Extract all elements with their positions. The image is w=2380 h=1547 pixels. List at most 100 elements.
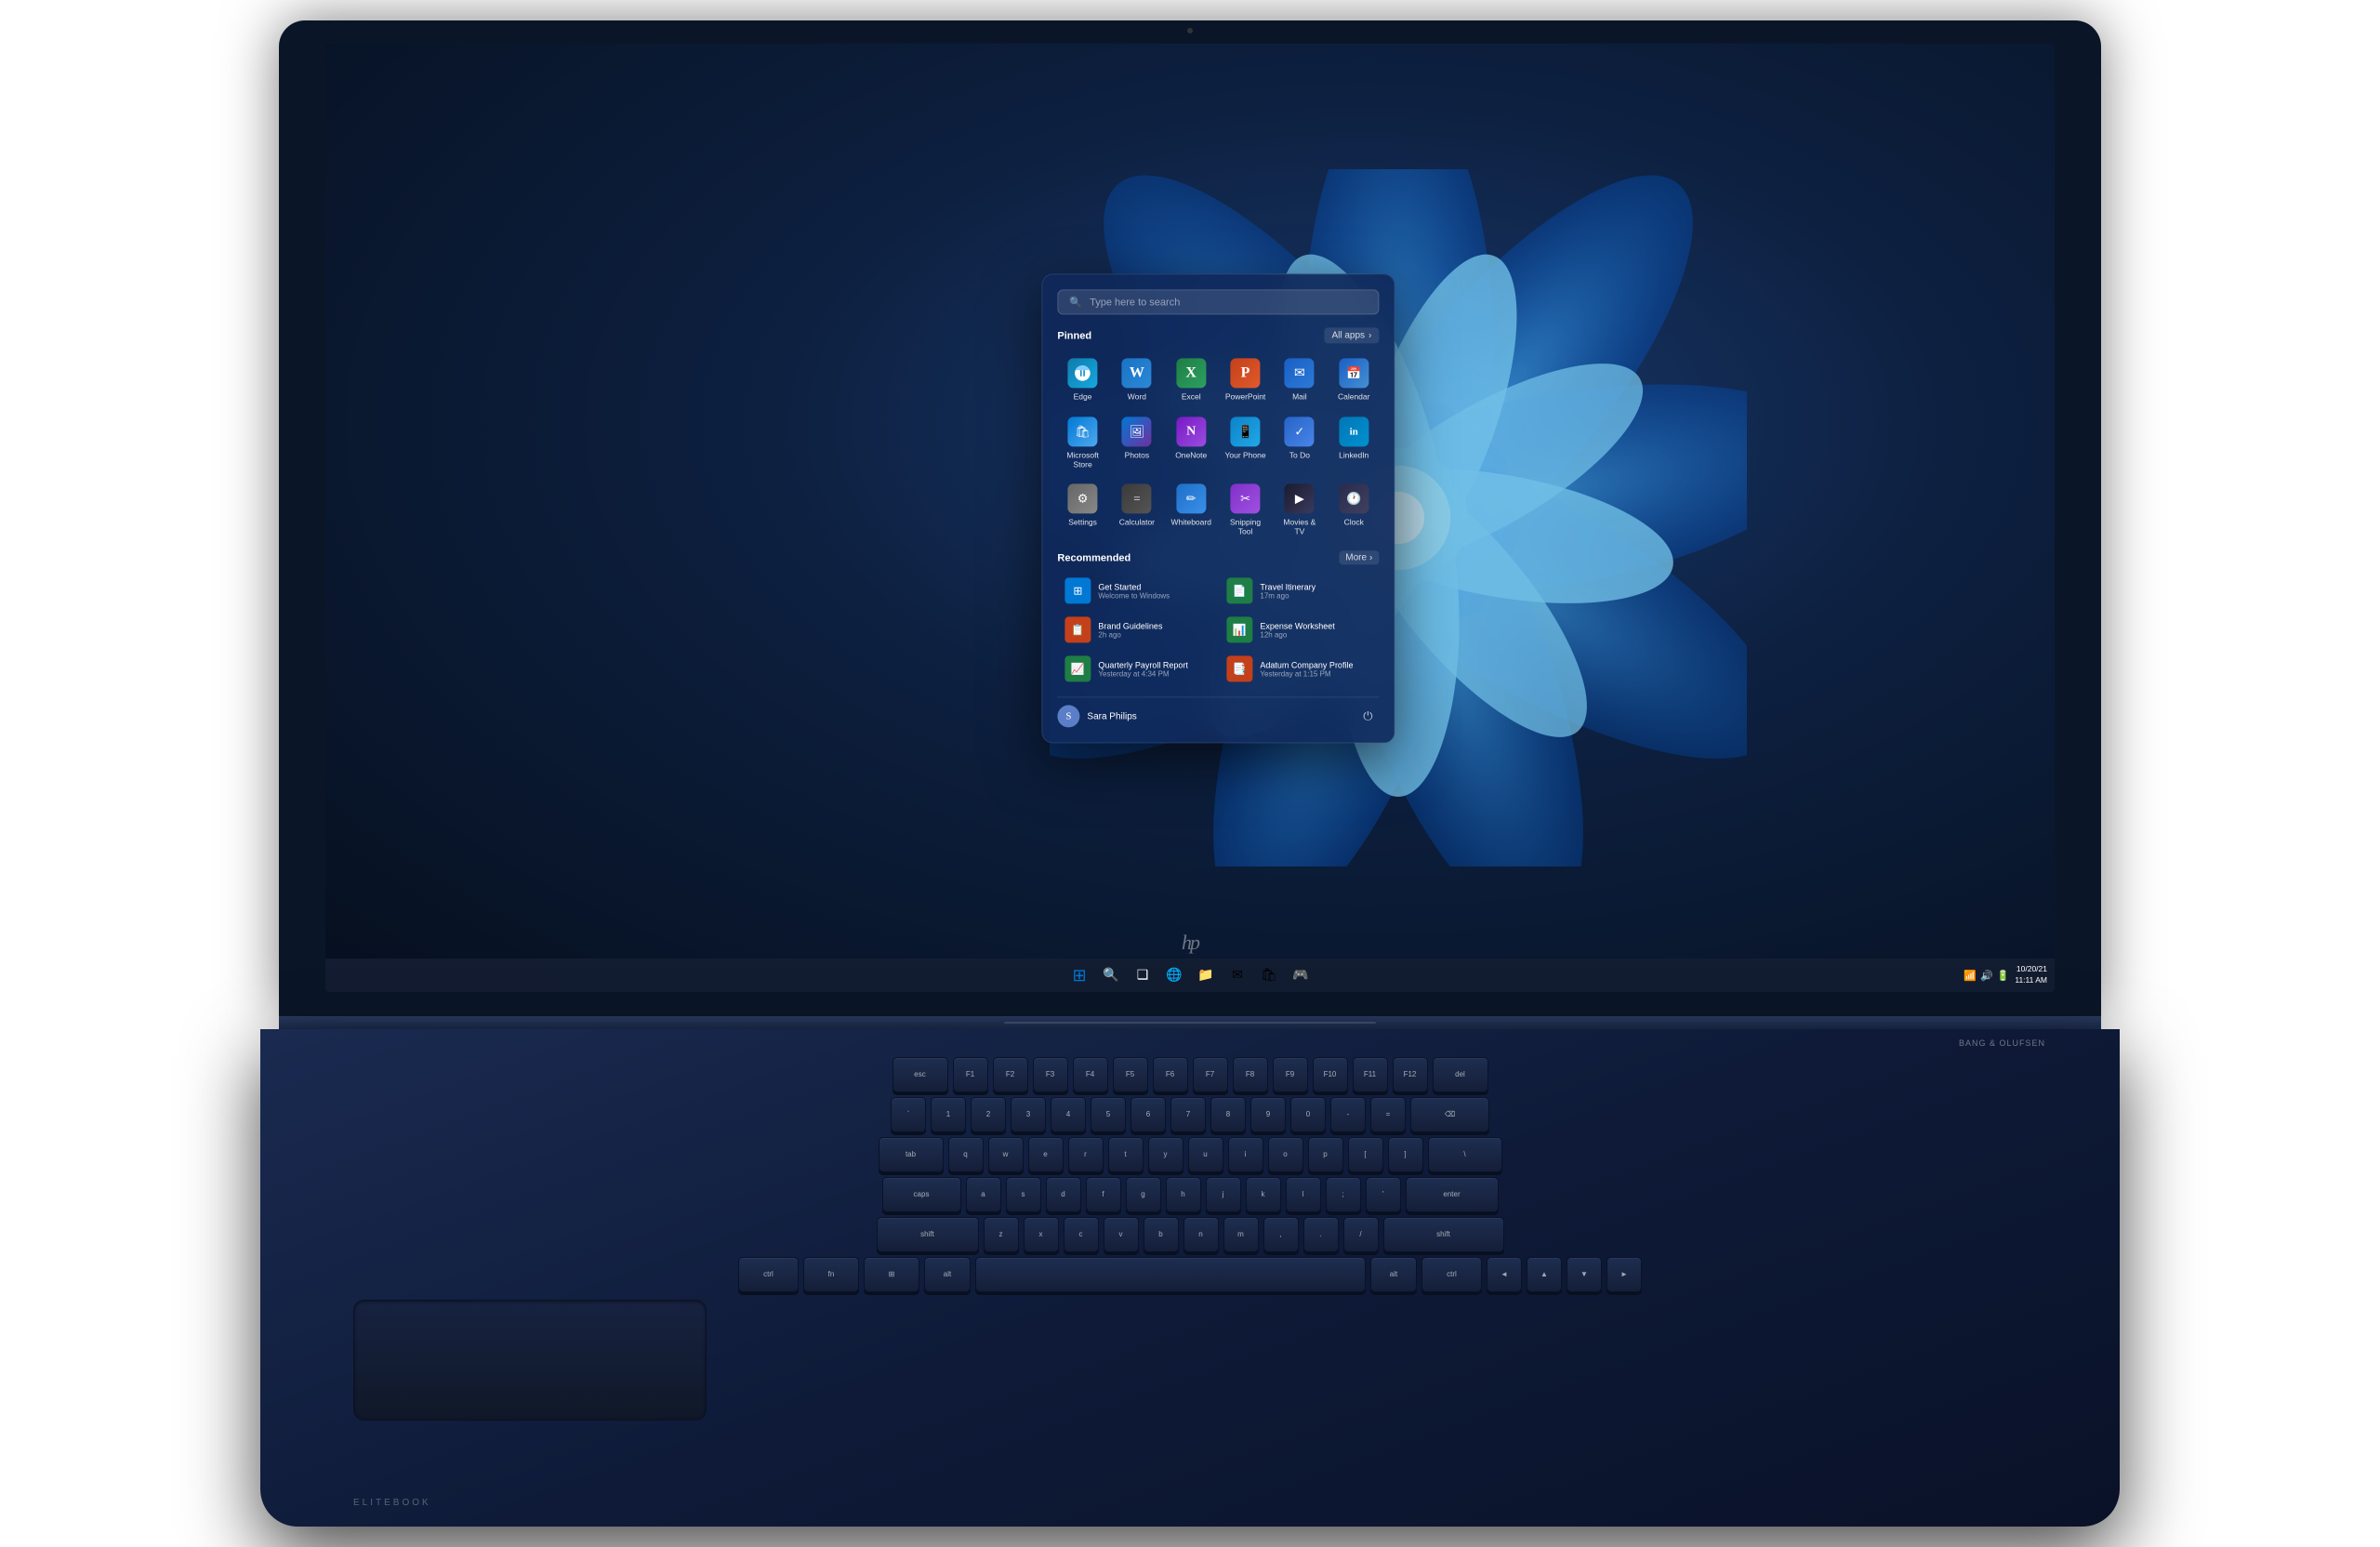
key-b[interactable]: b [1144, 1217, 1179, 1252]
key-f1[interactable]: F1 [953, 1057, 988, 1092]
taskbar-xbox[interactable]: 🎮 [1287, 961, 1315, 989]
key-f[interactable]: f [1086, 1177, 1121, 1212]
taskbar-edge[interactable]: 🌐 [1160, 961, 1188, 989]
key-alt-right[interactable]: alt [1370, 1257, 1417, 1292]
key-f8[interactable]: F8 [1233, 1057, 1268, 1092]
power-button[interactable]: ⏻ [1356, 706, 1379, 728]
app-store[interactable]: 🛍 Microsoft Store [1057, 411, 1107, 474]
app-todo[interactable]: ✓ To Do [1275, 411, 1325, 474]
app-linkedin[interactable]: in LinkedIn [1329, 411, 1379, 474]
key-f5[interactable]: F5 [1113, 1057, 1148, 1092]
key-6[interactable]: 6 [1130, 1097, 1166, 1132]
key-i[interactable]: i [1228, 1137, 1263, 1172]
key-rbracket[interactable]: ] [1388, 1137, 1423, 1172]
key-u[interactable]: u [1188, 1137, 1223, 1172]
key-backtick[interactable]: ` [891, 1097, 926, 1132]
taskbar-store[interactable]: 🛍 [1255, 961, 1283, 989]
key-o[interactable]: o [1268, 1137, 1303, 1172]
key-enter[interactable]: enter [1406, 1177, 1499, 1212]
key-a[interactable]: a [966, 1177, 1001, 1212]
key-backslash[interactable]: \ [1428, 1137, 1502, 1172]
key-comma[interactable]: , [1263, 1217, 1299, 1252]
key-3[interactable]: 3 [1011, 1097, 1046, 1132]
app-word[interactable]: W Word [1112, 353, 1162, 407]
taskbar-mail[interactable]: ✉ [1223, 961, 1251, 989]
app-movies[interactable]: ▶ Movies & TV [1275, 478, 1325, 541]
key-shift-left[interactable]: shift [877, 1217, 979, 1252]
key-9[interactable]: 9 [1250, 1097, 1286, 1132]
search-placeholder[interactable]: Type here to search [1090, 297, 1180, 308]
key-alt-left[interactable]: alt [924, 1257, 971, 1292]
key-f11[interactable]: F11 [1353, 1057, 1388, 1092]
key-esc[interactable]: esc [892, 1057, 948, 1092]
key-m[interactable]: m [1223, 1217, 1259, 1252]
key-minus[interactable]: - [1330, 1097, 1366, 1132]
search-bar[interactable]: 🔍 Type here to search [1057, 290, 1379, 315]
rec-adatum[interactable]: 📑 Adatum Company Profile Yesterday at 1:… [1219, 651, 1379, 688]
key-f12[interactable]: F12 [1393, 1057, 1428, 1092]
clock-display[interactable]: 10/20/21 11:11 AM [2015, 964, 2047, 986]
all-apps-button[interactable]: All apps › [1324, 328, 1379, 344]
key-h[interactable]: h [1166, 1177, 1201, 1212]
key-shift-right[interactable]: shift [1383, 1217, 1504, 1252]
key-w[interactable]: w [988, 1137, 1024, 1172]
key-arrow-left[interactable]: ◄ [1487, 1257, 1522, 1292]
key-y[interactable]: y [1148, 1137, 1183, 1172]
key-period[interactable]: . [1303, 1217, 1339, 1252]
app-powerpoint[interactable]: P PowerPoint [1220, 353, 1270, 407]
app-mail[interactable]: ✉ Mail [1275, 353, 1325, 407]
key-e[interactable]: e [1028, 1137, 1064, 1172]
taskbar-file-explorer[interactable]: 📁 [1192, 961, 1220, 989]
key-lbracket[interactable]: [ [1348, 1137, 1383, 1172]
key-v[interactable]: v [1104, 1217, 1139, 1252]
key-quote[interactable]: ' [1366, 1177, 1401, 1212]
start-button[interactable]: ⊞ [1065, 961, 1093, 989]
key-l[interactable]: l [1286, 1177, 1321, 1212]
key-1[interactable]: 1 [931, 1097, 966, 1132]
app-photos[interactable]: 🖼 Photos [1112, 411, 1162, 474]
more-button[interactable]: More › [1339, 551, 1379, 565]
key-5[interactable]: 5 [1091, 1097, 1126, 1132]
rec-travel-itinerary[interactable]: 📄 Travel Itinerary 17m ago [1219, 573, 1379, 610]
key-f4[interactable]: F4 [1073, 1057, 1108, 1092]
key-f3[interactable]: F3 [1033, 1057, 1068, 1092]
key-j[interactable]: j [1206, 1177, 1241, 1212]
key-p[interactable]: p [1308, 1137, 1343, 1172]
app-whiteboard[interactable]: ✏ Whiteboard [1166, 478, 1216, 541]
key-2[interactable]: 2 [971, 1097, 1006, 1132]
key-8[interactable]: 8 [1210, 1097, 1246, 1132]
key-f6[interactable]: F6 [1153, 1057, 1188, 1092]
key-x[interactable]: x [1024, 1217, 1059, 1252]
key-arrow-right[interactable]: ► [1606, 1257, 1642, 1292]
key-ctrl-left[interactable]: ctrl [738, 1257, 799, 1292]
app-edge[interactable]: Edge [1057, 353, 1107, 407]
key-f2[interactable]: F2 [993, 1057, 1028, 1092]
app-calendar[interactable]: 📅 Calendar [1329, 353, 1379, 407]
key-g[interactable]: g [1126, 1177, 1161, 1212]
key-q[interactable]: q [948, 1137, 984, 1172]
key-s[interactable]: s [1006, 1177, 1041, 1212]
app-settings[interactable]: ⚙ Settings [1057, 478, 1107, 541]
key-fn[interactable]: fn [803, 1257, 859, 1292]
key-t[interactable]: t [1108, 1137, 1144, 1172]
taskbar-taskview[interactable]: ❑ [1129, 961, 1157, 989]
app-yourphone[interactable]: 📱 Your Phone [1220, 411, 1270, 474]
key-r[interactable]: r [1068, 1137, 1104, 1172]
user-info[interactable]: S Sara Philips [1057, 706, 1136, 728]
key-z[interactable]: z [984, 1217, 1019, 1252]
app-calculator[interactable]: = Calculator [1112, 478, 1162, 541]
key-n[interactable]: n [1183, 1217, 1219, 1252]
key-semicolon[interactable]: ; [1326, 1177, 1361, 1212]
key-slash[interactable]: / [1343, 1217, 1379, 1252]
app-clock[interactable]: 🕐 Clock [1329, 478, 1379, 541]
taskbar-search[interactable]: 🔍 [1097, 961, 1125, 989]
app-onenote[interactable]: N OneNote [1166, 411, 1216, 474]
rec-quarterly-payroll[interactable]: 📈 Quarterly Payroll Report Yesterday at … [1057, 651, 1217, 688]
key-0[interactable]: 0 [1290, 1097, 1326, 1132]
key-f10[interactable]: F10 [1313, 1057, 1348, 1092]
key-c[interactable]: c [1064, 1217, 1099, 1252]
key-backspace[interactable]: ⌫ [1410, 1097, 1489, 1132]
rec-brand-guidelines[interactable]: 📋 Brand Guidelines 2h ago [1057, 612, 1217, 649]
key-k[interactable]: k [1246, 1177, 1281, 1212]
key-del[interactable]: del [1433, 1057, 1488, 1092]
